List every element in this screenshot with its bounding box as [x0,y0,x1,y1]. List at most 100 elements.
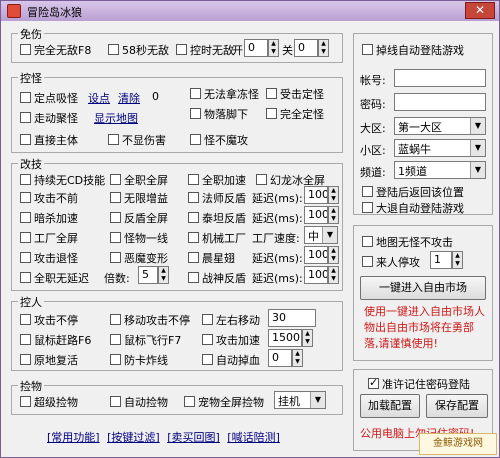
delay-input-1[interactable]: 100 [304,186,328,204]
open-time-spinner[interactable]: ▲ ▼ [268,39,279,57]
kongren-attack-nonstop-checkbox[interactable] [20,314,31,325]
load-config-button[interactable]: 加载配置 [360,394,420,418]
auto-login-checkbox[interactable] [362,44,373,55]
pickup-mode-select[interactable]: 挂机 ▼ [274,391,326,409]
delay-spinner-1[interactable]: ▲ ▼ [328,186,339,204]
war-god-checkbox[interactable] [188,272,199,283]
link-common-functions[interactable]: [常用功能] [47,431,100,444]
monster-no-attack-checkbox[interactable] [190,134,201,145]
anti-card-checkbox[interactable] [110,354,121,365]
fixed-vacuum-checkbox[interactable] [20,92,31,103]
link-trade-return[interactable]: [卖买回图] [167,431,220,444]
factory-speed-value: 中 [308,230,319,243]
monster-line-label: 怪物一线 [124,232,168,245]
delay-label-1: 延迟(ms): [252,192,303,205]
open-time-input[interactable]: 0 [244,39,268,57]
attack-accel-spinner[interactable]: ▲ ▼ [302,329,313,347]
map-no-attack-checkbox[interactable] [362,236,373,247]
enter-market-button[interactable]: 一键进入自由市场 [360,276,486,300]
demon-transform-checkbox[interactable] [110,252,121,263]
ice-dragon-checkbox[interactable] [256,174,267,185]
player-stop-input[interactable]: 1 [430,251,452,269]
set-point-link[interactable]: 设点 [88,90,110,106]
mage-reflect-checkbox[interactable] [188,192,199,203]
left-right-move-label: 左右移动 [216,314,260,327]
attack-nonstop-checkbox[interactable] [20,192,31,203]
close-button[interactable]: ✕ [465,2,495,19]
mouse-route-label: 鼠标赶路F6 [34,334,92,347]
player-stop-checkbox[interactable] [362,256,373,267]
auto-pickup-checkbox[interactable] [110,396,121,407]
auto-heal-checkbox[interactable] [202,354,213,365]
subregion-select[interactable]: 蓝蜗牛 ▼ [394,139,486,157]
under-feet-checkbox[interactable] [190,108,201,119]
region-select[interactable]: 第一大区 ▼ [394,117,486,135]
full-screen-checkbox[interactable] [110,174,121,185]
close-time-input[interactable]: 0 [294,39,318,57]
save-config-button[interactable]: 保存配置 [426,394,488,418]
factory-speed-select[interactable]: 中 ▼ [304,226,338,244]
monster-line-checkbox[interactable] [110,232,121,243]
channel-select[interactable]: 1频道 ▼ [394,161,486,179]
delay-input-4[interactable]: 100 [304,266,328,284]
player-stop-spinner[interactable]: ▲ ▼ [452,251,463,269]
dark-accel-checkbox[interactable] [20,212,31,223]
return-pos-checkbox[interactable] [362,186,373,197]
left-right-move-checkbox[interactable] [202,314,213,325]
mouse-fly-checkbox[interactable] [110,334,121,345]
delay-spinner-2[interactable]: ▲ ▼ [328,206,339,224]
multiplier-input[interactable]: 5 [138,266,158,284]
auto-relogin-checkbox[interactable] [362,202,373,213]
full-fixed-checkbox[interactable] [266,108,277,119]
machine-factory-checkbox[interactable] [188,232,199,243]
full-no-delay-checkbox[interactable] [20,272,31,283]
walk-vacuum-checkbox[interactable] [20,112,31,123]
multiplier-spinner[interactable]: ▲ ▼ [158,266,169,284]
link-key-filter[interactable]: [按键过滤] [107,431,160,444]
delay-input-3[interactable]: 100 [304,246,328,264]
move-attack-nonstop-checkbox[interactable] [110,314,121,325]
hit-fixed-label: 受击定怪 [280,88,324,101]
delay-label-2: 延迟(ms): [252,212,303,225]
auto-heal-spinner[interactable]: ▲ ▼ [292,349,303,367]
unlimited-buff-checkbox[interactable] [110,192,121,203]
reflect-full-checkbox[interactable] [110,212,121,223]
no-damage-checkbox[interactable] [108,134,119,145]
timed-invincible-checkbox[interactable] [176,44,187,55]
remember-password-checkbox[interactable] [368,376,379,389]
move-distance-input[interactable]: 30 [268,309,316,327]
no-cd-checkbox[interactable] [20,174,31,185]
account-input[interactable] [394,69,486,87]
show-map-link[interactable]: 显示地图 [94,110,138,126]
walk-vacuum-label: 走动聚怪 [34,112,78,125]
attack-accel-checkbox[interactable] [202,334,213,345]
pet-full-pickup-checkbox[interactable] [184,396,195,407]
auto-heal-input[interactable]: 0 [268,349,292,367]
vacuum-count: 0 [152,90,159,103]
full-invincible-checkbox[interactable] [20,44,31,55]
no-knockback-checkbox[interactable] [190,88,201,99]
wing-dawn-checkbox[interactable] [188,252,199,263]
thief-reflect-checkbox[interactable] [188,212,199,223]
close-time-spinner[interactable]: ▲ ▼ [318,39,329,57]
sec58-checkbox[interactable] [108,44,119,55]
fixed-vacuum-label: 定点吸怪 [34,92,78,105]
mouse-route-checkbox[interactable] [20,334,31,345]
super-pickup-checkbox[interactable] [20,396,31,407]
delay-input-2[interactable]: 100 [304,206,328,224]
link-shout-test[interactable]: [喊话陪测] [227,431,280,444]
full-invincible-label: 完全无敌F8 [34,44,92,57]
multiplier-label: 倍数: [104,272,130,285]
password-input[interactable] [394,93,486,111]
delay-spinner-3[interactable]: ▲ ▼ [328,246,339,264]
full-accel-checkbox[interactable] [188,174,199,185]
clear-link[interactable]: 清除 [118,90,140,106]
attack-back-checkbox[interactable] [20,252,31,263]
channel-value: 1频道 [398,165,427,178]
workshop-full-checkbox[interactable] [20,232,31,243]
revive-checkbox[interactable] [20,354,31,365]
hit-body-checkbox[interactable] [20,134,31,145]
hit-fixed-checkbox[interactable] [266,88,277,99]
delay-spinner-4[interactable]: ▲ ▼ [328,266,339,284]
attack-accel-input[interactable]: 1500 [268,329,302,347]
